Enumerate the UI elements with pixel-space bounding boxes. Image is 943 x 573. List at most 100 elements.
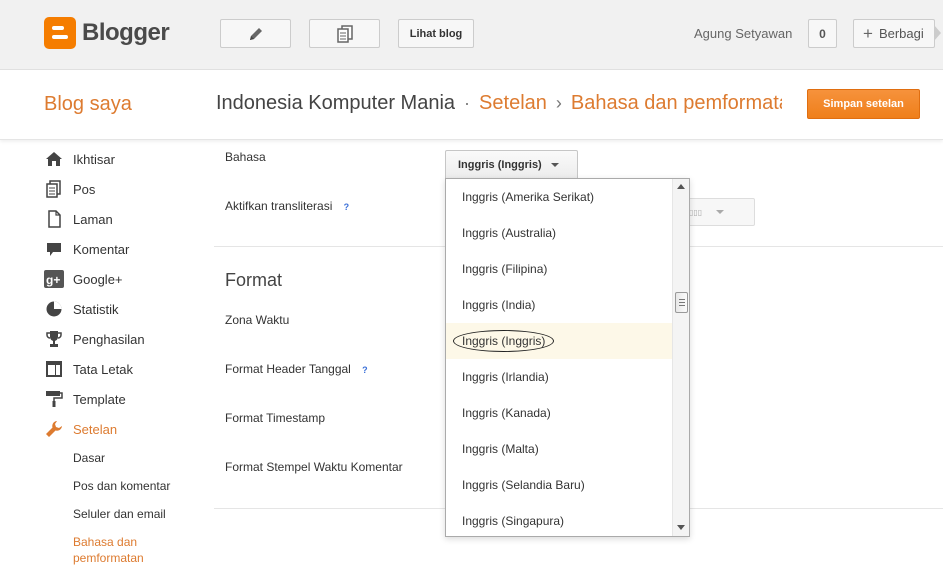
sidebar-item-template[interactable]: Template	[44, 387, 126, 411]
sidebar-item-label: Tata Letak	[73, 361, 133, 377]
wrench-icon	[44, 419, 64, 439]
breadcrumb-current-page: Bahasa dan pemformatan	[570, 92, 782, 114]
language-option-label: Inggris (Filipina)	[462, 262, 548, 276]
share-label: Berbagi	[878, 26, 924, 41]
sidebar-item-label: Pos	[73, 181, 96, 197]
sidebar-item-label: Google+	[73, 271, 123, 287]
pages-icon	[336, 24, 353, 43]
scrollbar-thumb[interactable]	[675, 292, 688, 313]
sidebar-item-google-plus[interactable]: g+ Google+	[44, 267, 123, 291]
language-option-label: Inggris (Australia)	[462, 226, 557, 240]
sidebar-item-layout[interactable]: Tata Letak	[44, 357, 133, 381]
sidebar-item-label: Statistik	[73, 301, 119, 317]
breadcrumb-separator: ·	[464, 93, 471, 113]
comment-icon	[44, 239, 64, 259]
timezone-label: Zona Waktu	[225, 313, 290, 327]
comment-timestamp-format-label: Format Stempel Waktu Komentar	[225, 460, 403, 474]
language-label: Bahasa	[225, 150, 266, 164]
language-option[interactable]: Inggris (Filipina)	[446, 251, 672, 287]
pages-icon	[44, 209, 64, 229]
sidebar-item-posts[interactable]: Pos	[44, 177, 95, 201]
svg-text:g+: g+	[46, 273, 60, 287]
sidebar-item-overview[interactable]: Ikhtisar	[44, 147, 115, 171]
language-option-label: Inggris (Inggris)	[453, 330, 555, 352]
sidebar-item-label: Laman	[73, 211, 113, 227]
top-bar: Blogger Lihat blog Agung Setyawan 0 + Be…	[0, 0, 943, 70]
pencil-icon	[249, 27, 262, 40]
sidebar-item-label: Ikhtisar	[73, 151, 115, 167]
dropdown-scrollbar[interactable]	[672, 179, 689, 536]
sidebar-item-pages[interactable]: Laman	[44, 207, 113, 231]
transliteration-select[interactable]: ▯▯▯	[684, 198, 755, 226]
sidebar-subitem-basic[interactable]: Dasar	[73, 450, 105, 466]
language-option[interactable]: Inggris (Malta)	[446, 431, 672, 467]
posts-list-button[interactable]	[309, 19, 380, 48]
sidebar-item-label: Setelan	[73, 421, 118, 437]
save-settings-button[interactable]: Simpan setelan	[807, 89, 920, 119]
sidebar-item-label: Komentar	[73, 241, 130, 257]
language-option[interactable]: Inggris (Australia)	[446, 215, 672, 251]
new-post-button[interactable]	[220, 19, 291, 48]
trophy-icon	[44, 329, 64, 349]
blogger-logo[interactable]: Blogger	[44, 17, 170, 49]
sidebar-item-label: Penghasilan	[73, 331, 145, 347]
language-option[interactable]: Inggris (India)	[446, 287, 672, 323]
posts-icon	[44, 179, 64, 199]
chevron-down-icon	[716, 210, 725, 214]
scroll-down-arrow-icon[interactable]	[677, 525, 685, 530]
help-icon[interactable]: ?	[358, 363, 372, 377]
notification-count[interactable]: 0	[808, 19, 837, 48]
language-option[interactable]: Inggris (Singapura)	[446, 503, 672, 536]
language-option-label: Inggris (Kanada)	[462, 406, 551, 420]
language-option-label: Inggris (Singapura)	[462, 514, 565, 528]
language-option[interactable]: Inggris (Selandia Baru)	[446, 467, 672, 503]
help-icon[interactable]: ?	[339, 200, 353, 214]
language-option-label: Inggris (Malta)	[462, 442, 539, 456]
google-plus-icon: g+	[44, 269, 64, 289]
view-blog-button[interactable]: Lihat blog	[398, 19, 474, 48]
language-select-value: Inggris (Inggris)	[458, 159, 542, 171]
language-option-label: Inggris (Amerika Serikat)	[462, 190, 595, 204]
language-option-label: Inggris (Selandia Baru)	[462, 478, 585, 492]
sidebar-subitem-language-formatting[interactable]: Bahasa dan pemformatan	[73, 534, 173, 566]
language-dropdown-list[interactable]: Inggris (Amerika Serikat) Inggris (Austr…	[445, 178, 690, 537]
scroll-up-arrow-icon[interactable]	[677, 184, 685, 189]
sidebar-item-comments[interactable]: Komentar	[44, 237, 129, 261]
pie-chart-icon	[44, 299, 64, 319]
logo-text: Blogger	[82, 19, 170, 46]
language-option-selected[interactable]: Inggris (Inggris)	[446, 323, 672, 359]
sidebar-item-earnings[interactable]: Penghasilan	[44, 327, 145, 351]
timestamp-format-label: Format Timestamp	[225, 411, 326, 425]
share-button[interactable]: + Berbagi	[853, 19, 935, 48]
transliteration-label-text: Aktifkan transliterasi	[225, 199, 333, 213]
date-header-format-label: Format Header Tanggal?	[225, 362, 372, 377]
paint-roller-icon	[44, 389, 64, 409]
blogger-logo-icon	[44, 17, 76, 49]
language-option[interactable]: Inggris (Irlandia)	[446, 359, 672, 395]
user-name[interactable]: Agung Setyawan	[694, 26, 792, 41]
chevron-down-icon	[550, 163, 559, 167]
transliteration-label: Aktifkan transliterasi?	[225, 199, 353, 214]
page-header: Blog saya Indonesia Komputer Mania · Setel…	[0, 70, 943, 140]
format-heading: Format	[225, 270, 283, 290]
transliteration-glyph-icon: ▯▯▯	[689, 207, 703, 217]
language-option-label: Inggris (India)	[462, 298, 536, 312]
language-option-label: Inggris (Irlandia)	[462, 370, 549, 384]
share-button-tail	[934, 25, 941, 41]
sidebar-subitem-posts-comments[interactable]: Pos dan komentar	[73, 478, 170, 494]
sidebar-subitem-mobile-email[interactable]: Seluler dan email	[73, 506, 166, 522]
my-blogs-link[interactable]: Blog saya	[44, 93, 132, 116]
sidebar-item-stats[interactable]: Statistik	[44, 297, 119, 321]
language-select[interactable]: Inggris (Inggris)	[445, 150, 578, 180]
layout-icon	[44, 359, 64, 379]
language-option[interactable]: Inggris (Amerika Serikat)	[446, 179, 672, 215]
date-header-format-label-text: Format Header Tanggal	[225, 362, 351, 376]
home-icon	[44, 149, 64, 169]
breadcrumb-settings[interactable]: Setelan	[479, 92, 547, 114]
language-option[interactable]: Inggris (Kanada)	[446, 395, 672, 431]
breadcrumb: Indonesia Komputer Mania · Setelan › Bahasa …	[216, 92, 782, 115]
breadcrumb-separator: ›	[555, 93, 562, 113]
sidebar-item-settings[interactable]: Setelan	[44, 417, 117, 441]
breadcrumb-blog-name[interactable]: Indonesia Komputer Mania	[216, 92, 455, 114]
plus-icon: +	[863, 24, 873, 43]
